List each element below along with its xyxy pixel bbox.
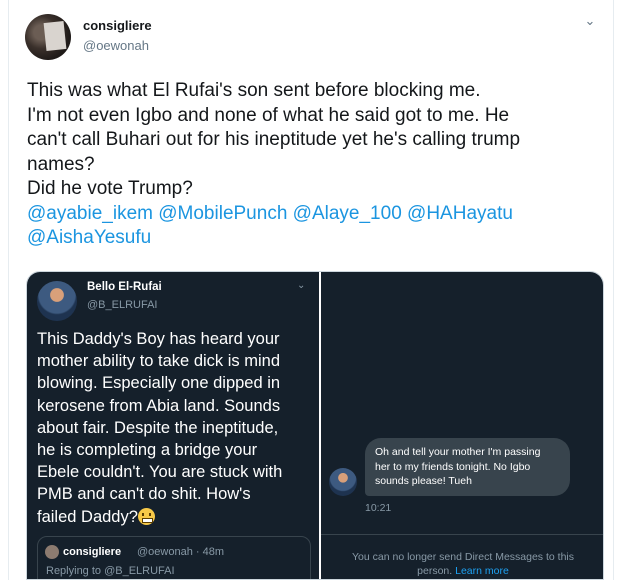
screenshot-text-line: failed Daddy? bbox=[37, 507, 138, 526]
avatar bbox=[329, 468, 357, 496]
screenshot-author-name: Bello El-Rufai bbox=[87, 281, 162, 293]
tweet-card: consigliere @oewonah ⌄ This was what El … bbox=[8, 0, 614, 580]
mention-link[interactable]: @HAHayatu bbox=[407, 203, 513, 224]
screenshot-text-line: mother ability to take dick is mind bbox=[37, 352, 281, 371]
mention-link[interactable]: @ayabie_ikem bbox=[27, 203, 153, 224]
quoted-tweet: consigliere @oewonah · 48m Replying to @… bbox=[37, 536, 311, 579]
author-handle[interactable]: @oewonah bbox=[83, 38, 149, 53]
quote-replying-to: Replying to @B_ELRUFAI bbox=[46, 565, 175, 577]
tweet-text-line: can't call Buhari out for his ineptitude… bbox=[27, 129, 521, 150]
tweet-text-line: I'm not even Igbo and none of what he sa… bbox=[27, 104, 510, 126]
screenshot-text-line: kerosene from Abia land. Sounds bbox=[37, 396, 281, 415]
message-line: her to my friends tonight. No Igbo bbox=[375, 460, 531, 473]
message-line: Oh and tell your mother I'm passing bbox=[375, 446, 541, 458]
screenshot-text-line: This Daddy's Boy has heard your bbox=[37, 330, 280, 348]
message-time: 10:21 bbox=[365, 502, 392, 514]
screenshot-author-handle: @B_ELRUFAI bbox=[87, 299, 158, 311]
tweet-text: This was what El Rufai's son sent before… bbox=[27, 79, 597, 251]
divider bbox=[321, 534, 603, 535]
screenshot-text-line: Ebele couldn't. You are stuck with bbox=[37, 463, 283, 482]
avatar bbox=[45, 545, 59, 559]
screenshot-text-line: PMB and can't do shit. How's bbox=[37, 485, 251, 504]
quote-author-handle: @oewonah · 48m bbox=[137, 546, 224, 558]
avatar bbox=[37, 281, 77, 321]
mentions-line: @ayabie_ikem @MobilePunch @Alaye_100 @HA… bbox=[27, 202, 597, 227]
message-line: sounds please! Tueh bbox=[375, 475, 472, 487]
tweet-text-line: Did he vote Trump? bbox=[27, 178, 193, 199]
avatar-photo bbox=[43, 21, 67, 51]
chevron-down-icon: ⌄ bbox=[297, 280, 306, 291]
tweet-screenshot: Bello El-Rufai @B_ELRUFAI ⌄ This Daddy's… bbox=[27, 272, 319, 579]
screenshot-text-line: he is completing a bridge your bbox=[37, 441, 258, 460]
grimacing-emoji-icon bbox=[137, 507, 155, 525]
screenshot-text-line: about fair. Despite the ineptitude, bbox=[37, 418, 279, 437]
screenshot-text-line: blowing. Especially one dipped in bbox=[37, 374, 281, 393]
mention-link[interactable]: @Alaye_100 bbox=[293, 203, 402, 224]
notice-text: person. bbox=[417, 565, 456, 577]
learn-more-link: Learn more bbox=[455, 565, 509, 577]
message-bubble: Oh and tell your mother I'm passing her … bbox=[365, 438, 570, 496]
quote-author-name: consigliere bbox=[63, 546, 122, 558]
notice-line: You can no longer send Direct Messages t… bbox=[352, 551, 574, 563]
mention-link[interactable]: @AishaYesufu bbox=[27, 227, 151, 248]
screenshot-text-line-last: failed Daddy? bbox=[37, 506, 312, 528]
chevron-down-icon[interactable]: ⌄ bbox=[583, 14, 597, 28]
author-name[interactable]: consigliere bbox=[83, 18, 152, 33]
avatar[interactable] bbox=[25, 14, 71, 60]
dm-screenshot: Oh and tell your mother I'm passing her … bbox=[321, 272, 603, 579]
screenshot-tweet-text: This Daddy's Boy has heard your mother a… bbox=[37, 328, 312, 528]
mentions-line: @AishaYesufu bbox=[27, 226, 597, 251]
tweet-text-line: names? bbox=[27, 153, 95, 175]
notice-line-2: person. Learn more bbox=[321, 564, 603, 578]
mention-link[interactable]: @MobilePunch bbox=[158, 203, 287, 224]
attached-image[interactable]: Bello El-Rufai @B_ELRUFAI ⌄ This Daddy's… bbox=[26, 271, 604, 580]
dm-blocked-notice: You can no longer send Direct Messages t… bbox=[321, 550, 603, 578]
tweet-text-line: This was what El Rufai's son sent before… bbox=[27, 80, 481, 101]
